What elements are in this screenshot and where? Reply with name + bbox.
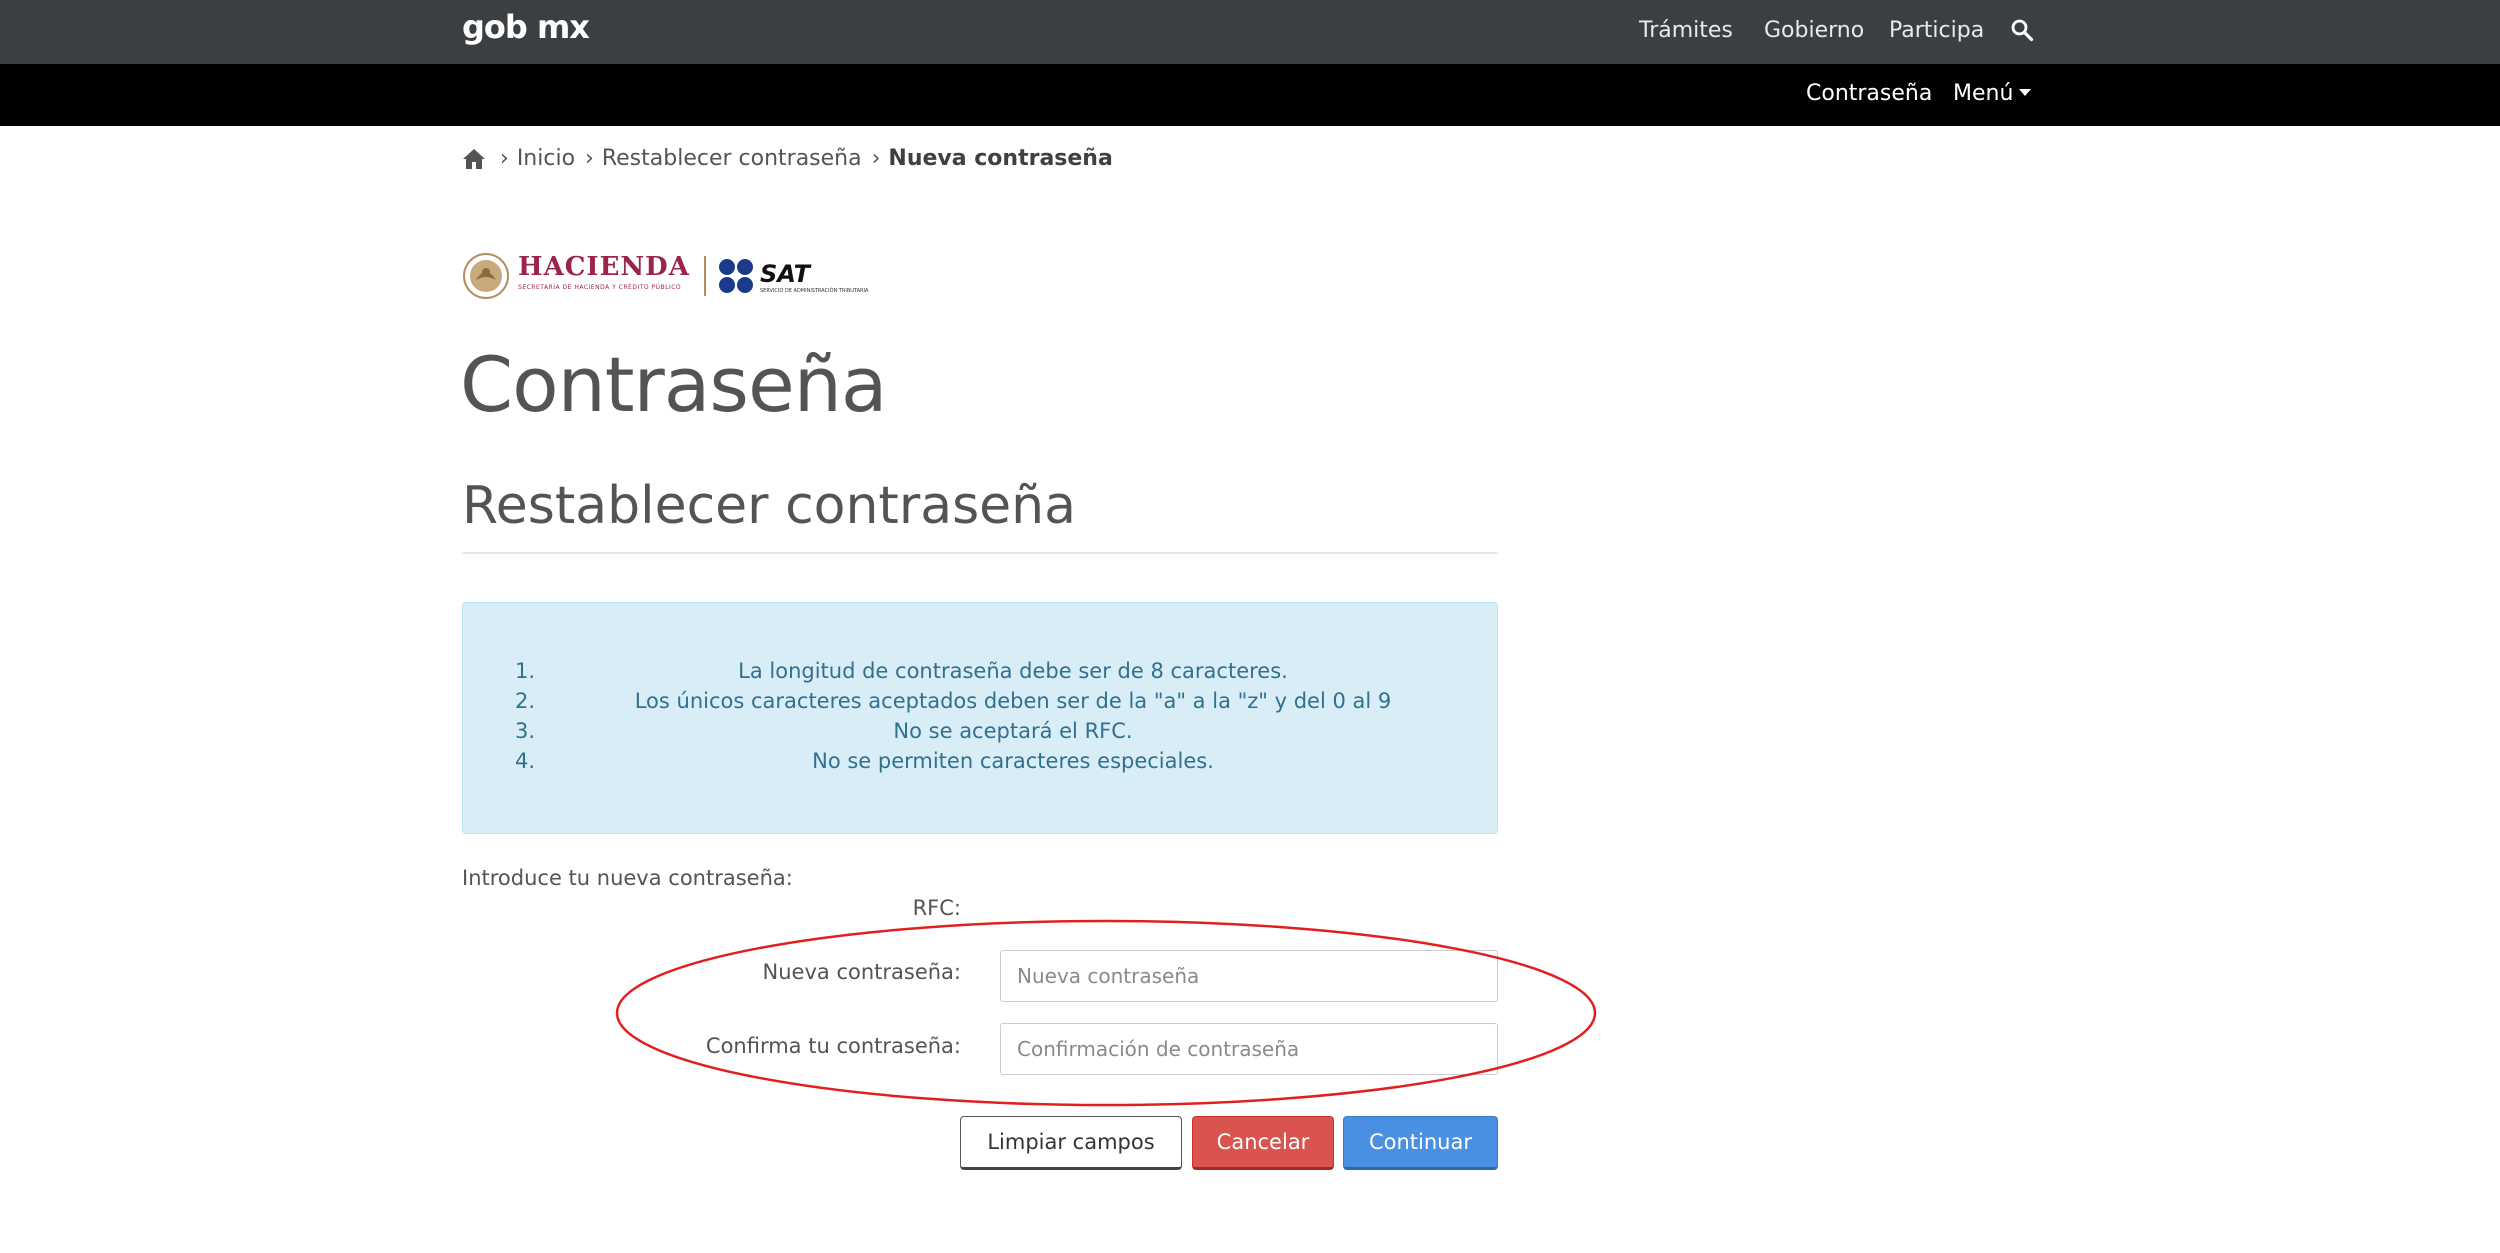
logo-divider (704, 256, 706, 296)
breadcrumb-current: Nueva contraseña (888, 146, 1113, 171)
subnav-contrasena[interactable]: Contraseña (1806, 81, 1932, 106)
sat-logo-text: SAT (760, 260, 810, 288)
chevron-right-icon: › (585, 146, 594, 171)
breadcrumb: › Inicio › Restablecer contraseña › Nuev… (462, 146, 1113, 171)
subnav-menu-dropdown[interactable]: Menú (1953, 81, 2032, 106)
gob-header-bar (0, 0, 2500, 64)
chevron-right-icon: › (500, 146, 509, 171)
hacienda-logo-subtitle: SECRETARÍA DE HACIENDA Y CRÉDITO PÚBLICO (518, 284, 682, 291)
rule-text: No se aceptará el RFC. (893, 719, 1133, 743)
annotation-highlight-ellipse (615, 919, 1597, 1107)
password-rules-alert: 1. La longitud de contraseña debe ser de… (462, 602, 1498, 834)
menu-label: Menú (1953, 81, 2014, 106)
section-title: Restablecer contraseña (462, 476, 1076, 536)
sat-logo-dots-icon (719, 259, 753, 293)
sat-logo-subtitle: SERVICIO DE ADMINISTRACIÓN TRIBUTARIA (760, 288, 869, 294)
rfc-label: RFC: (912, 896, 961, 920)
cancel-button[interactable]: Cancelar (1192, 1116, 1334, 1170)
hacienda-logo-text: HACIENDA (518, 252, 690, 282)
sat-sub-header-bar (0, 64, 2500, 126)
rule-text: La longitud de contraseña debe ser de 8 … (738, 659, 1288, 683)
form-intro-text: Introduce tu nueva contraseña: (462, 866, 793, 890)
clear-fields-button[interactable]: Limpiar campos (960, 1116, 1182, 1170)
list-item: 2. Los únicos caracteres aceptados deben… (463, 689, 1499, 719)
search-icon[interactable] (2010, 18, 2034, 42)
page-title: Contraseña (460, 340, 887, 429)
list-item: 3. No se aceptará el RFC. (463, 719, 1499, 749)
nav-gobierno[interactable]: Gobierno (1764, 18, 1864, 43)
list-item: 1. La longitud de contraseña debe ser de… (463, 659, 1499, 689)
home-icon[interactable] (462, 147, 486, 171)
continue-button[interactable]: Continuar (1343, 1116, 1498, 1170)
mexico-seal-icon (463, 253, 509, 299)
rule-text: No se permiten caracteres especiales. (812, 749, 1214, 773)
nav-participa[interactable]: Participa (1889, 18, 1984, 43)
list-item: 4. No se permiten caracteres especiales. (463, 749, 1499, 779)
gob-mx-logo[interactable]: gob mx (462, 8, 590, 46)
nav-tramites[interactable]: Trámites (1639, 18, 1733, 43)
rule-text: Los únicos caracteres aceptados deben se… (634, 689, 1392, 713)
caret-down-icon (2019, 89, 2032, 96)
chevron-right-icon: › (871, 146, 881, 171)
breadcrumb-restablecer[interactable]: Restablecer contraseña (602, 146, 862, 171)
hacienda-sat-logos: HACIENDA SECRETARÍA DE HACIENDA Y CRÉDIT… (462, 250, 872, 302)
section-divider (462, 552, 1498, 554)
breadcrumb-inicio[interactable]: Inicio (517, 146, 575, 171)
